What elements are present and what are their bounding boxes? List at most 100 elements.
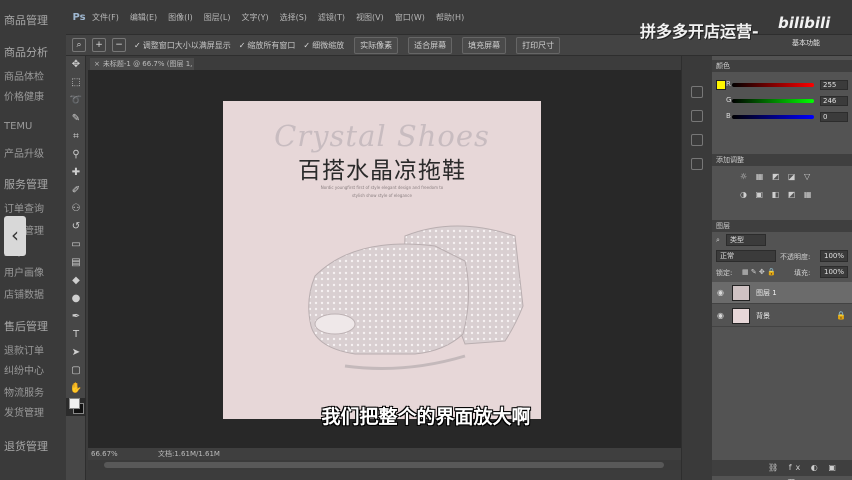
color-panel-title[interactable]: 颜色 (712, 60, 852, 72)
doc-fine-print: Nordic youngfirst first of style elegant… (320, 185, 444, 190)
bg-menu-item[interactable]: 商品管理 (4, 12, 48, 28)
menu-view[interactable]: 视图(V) (356, 12, 384, 23)
chevron-left-icon[interactable]: ‹ (4, 216, 26, 256)
crystal-shoe-image (308, 225, 524, 370)
paragraph-icon[interactable] (691, 158, 703, 170)
layer-thumbnail (732, 285, 750, 301)
menu-layer[interactable]: 图层(L) (204, 12, 231, 23)
heal-icon[interactable]: ✚ (66, 164, 86, 182)
stamp-icon[interactable]: ⚇ (66, 200, 86, 218)
shape-icon[interactable]: ▢ (66, 362, 86, 380)
scrubby-zoom-checkbox[interactable]: 细微缩放 (303, 40, 344, 51)
layers-panel-title[interactable]: 图层 (712, 220, 852, 232)
print-size-button[interactable]: 打印尺寸 (516, 36, 561, 54)
eye-icon[interactable]: ◉ (717, 288, 724, 297)
zoom-level[interactable]: 66.67% (91, 448, 118, 460)
eye-icon[interactable]: ◉ (717, 311, 724, 320)
doc-fine-print: stylish show style of elegance (352, 193, 412, 198)
zoom-in-icon[interactable]: + (92, 38, 106, 52)
bg-menu-item[interactable]: 纠纷中心 (4, 362, 44, 377)
menu-file[interactable]: 文件(F) (92, 12, 119, 23)
layers-footer-icons[interactable]: ⛓ fx ◐ ▣ ▢ 🗑 (712, 460, 852, 480)
fit-screen-button[interactable]: 适合屏幕 (408, 36, 453, 54)
eyedropper-icon[interactable]: ⚲ (66, 146, 86, 164)
channel-r-value[interactable]: 255 (820, 80, 848, 90)
bg-menu-item[interactable]: 服务管理 (4, 176, 48, 192)
lock-icons[interactable]: ▦ ✎ ✥ 🔒 (742, 268, 776, 276)
path-select-icon[interactable]: ➤ (66, 344, 86, 362)
menu-window[interactable]: 窗口(W) (395, 12, 425, 23)
bg-menu-item[interactable]: 物流服务 (4, 384, 44, 399)
menu-type[interactable]: 文字(Y) (241, 12, 268, 23)
crop-icon[interactable]: ⌗ (66, 128, 86, 146)
quick-select-icon[interactable]: ✎ (66, 110, 86, 128)
channel-label: R (726, 80, 731, 88)
bg-menu-item[interactable]: 商品分析 (4, 44, 48, 60)
channel-b-value[interactable]: 0 (820, 112, 848, 122)
pen-icon[interactable]: ✒ (66, 308, 86, 326)
channel-r-slider[interactable] (732, 83, 814, 87)
layer-thumbnail (732, 308, 750, 324)
screen: 商品管理 商品分析 商品体检 价格健康 TEMU 产品升级 服务管理 订单查询 … (0, 0, 852, 480)
history-icon[interactable] (691, 86, 703, 98)
bg-menu-item[interactable]: 退款订单 (4, 342, 44, 357)
layer-filter-select[interactable]: 类型 (726, 234, 766, 246)
marquee-icon[interactable]: ⬚ (66, 74, 86, 92)
fill-input[interactable]: 100% (820, 266, 848, 278)
layer-row[interactable]: ◉ 背景 🔒 (712, 305, 852, 327)
fill-screen-button[interactable]: 填充屏幕 (462, 36, 507, 54)
bg-menu-item[interactable]: 用户画像 (4, 264, 44, 279)
layer-row[interactable]: ◉ 图层 1 (712, 282, 852, 304)
hand-icon[interactable]: ✋ (66, 380, 86, 398)
bg-menu-item[interactable]: 商品体检 (4, 68, 44, 83)
bg-menu-item[interactable]: 售后管理 (4, 318, 48, 334)
bg-menu-item[interactable]: 订单查询 (4, 200, 44, 215)
document-tab[interactable]: ×未标题-1 @ 66.7% (图层 1, RGB/8) (90, 58, 194, 70)
scrollbar-thumb[interactable] (104, 462, 664, 468)
zoom-icon[interactable]: ⌕ (72, 38, 86, 52)
menu-image[interactable]: 图像(I) (168, 12, 193, 23)
dodge-icon[interactable]: ● (66, 290, 86, 308)
blend-mode-select[interactable]: 正常 (716, 250, 776, 262)
gradient-icon[interactable]: ▤ (66, 254, 86, 272)
bg-menu-item[interactable]: 店铺数据 (4, 286, 44, 301)
lock-label: 锁定: (716, 269, 733, 277)
blur-icon[interactable]: ◆ (66, 272, 86, 290)
channel-b-slider[interactable] (732, 115, 814, 119)
close-icon[interactable]: × (94, 60, 100, 68)
doc-title-chinese: 百搭水晶凉拖鞋 (298, 158, 466, 184)
zoom-all-windows-checkbox[interactable]: 缩放所有窗口 (239, 40, 295, 51)
move-icon[interactable]: ✥ (66, 56, 86, 74)
bg-menu-item[interactable]: 价格健康 (4, 88, 44, 103)
type-icon[interactable]: T (66, 326, 86, 344)
bg-menu-item[interactable]: 产品升级 (4, 145, 44, 160)
bilibili-logo: bilibili (778, 14, 831, 32)
character-icon[interactable] (691, 134, 703, 146)
menu-select[interactable]: 选择(S) (280, 12, 307, 23)
properties-icon[interactable] (691, 110, 703, 122)
search-icon[interactable]: ⌕ (716, 236, 720, 245)
adjustment-icons-row[interactable]: ◑ ▣ ◧ ◩ ▦ (740, 190, 814, 199)
zoom-out-icon[interactable]: − (112, 38, 126, 52)
menu-filter[interactable]: 滤镜(T) (318, 12, 345, 23)
eraser-icon[interactable]: ▭ (66, 236, 86, 254)
bg-menu-item[interactable]: TEMU (4, 121, 32, 132)
adjustments-panel-title[interactable]: 添加调整 (712, 154, 852, 166)
color-swatch[interactable] (716, 80, 726, 90)
channel-g-slider[interactable] (732, 99, 814, 103)
lasso-icon[interactable]: ➰ (66, 92, 86, 110)
menu-edit[interactable]: 编辑(E) (130, 12, 157, 23)
brush-icon[interactable]: ✐ (66, 182, 86, 200)
actual-pixels-button[interactable]: 实际像素 (354, 36, 399, 54)
document-canvas[interactable]: Crystal Shoes 百搭水晶凉拖鞋 Nordic youngfirst … (223, 101, 541, 419)
document-size: 文档:1.61M/1.61M (158, 450, 220, 458)
history-brush-icon[interactable]: ↺ (66, 218, 86, 236)
menu-help[interactable]: 帮助(H) (436, 12, 464, 23)
opacity-input[interactable]: 100% (820, 250, 848, 262)
adjustment-icons-row[interactable]: ☼ ▦ ◩ ◪ ▽ (740, 172, 813, 181)
channel-g-value[interactable]: 246 (820, 96, 848, 106)
document-tab-label: 未标题-1 @ 66.7% (图层 1, RGB/8) (102, 60, 194, 68)
horizontal-scrollbar[interactable] (88, 460, 681, 470)
bg-menu-item[interactable]: 退货管理 (4, 438, 48, 454)
resize-windows-checkbox[interactable]: 调整窗口大小以满屏显示 (134, 40, 231, 51)
